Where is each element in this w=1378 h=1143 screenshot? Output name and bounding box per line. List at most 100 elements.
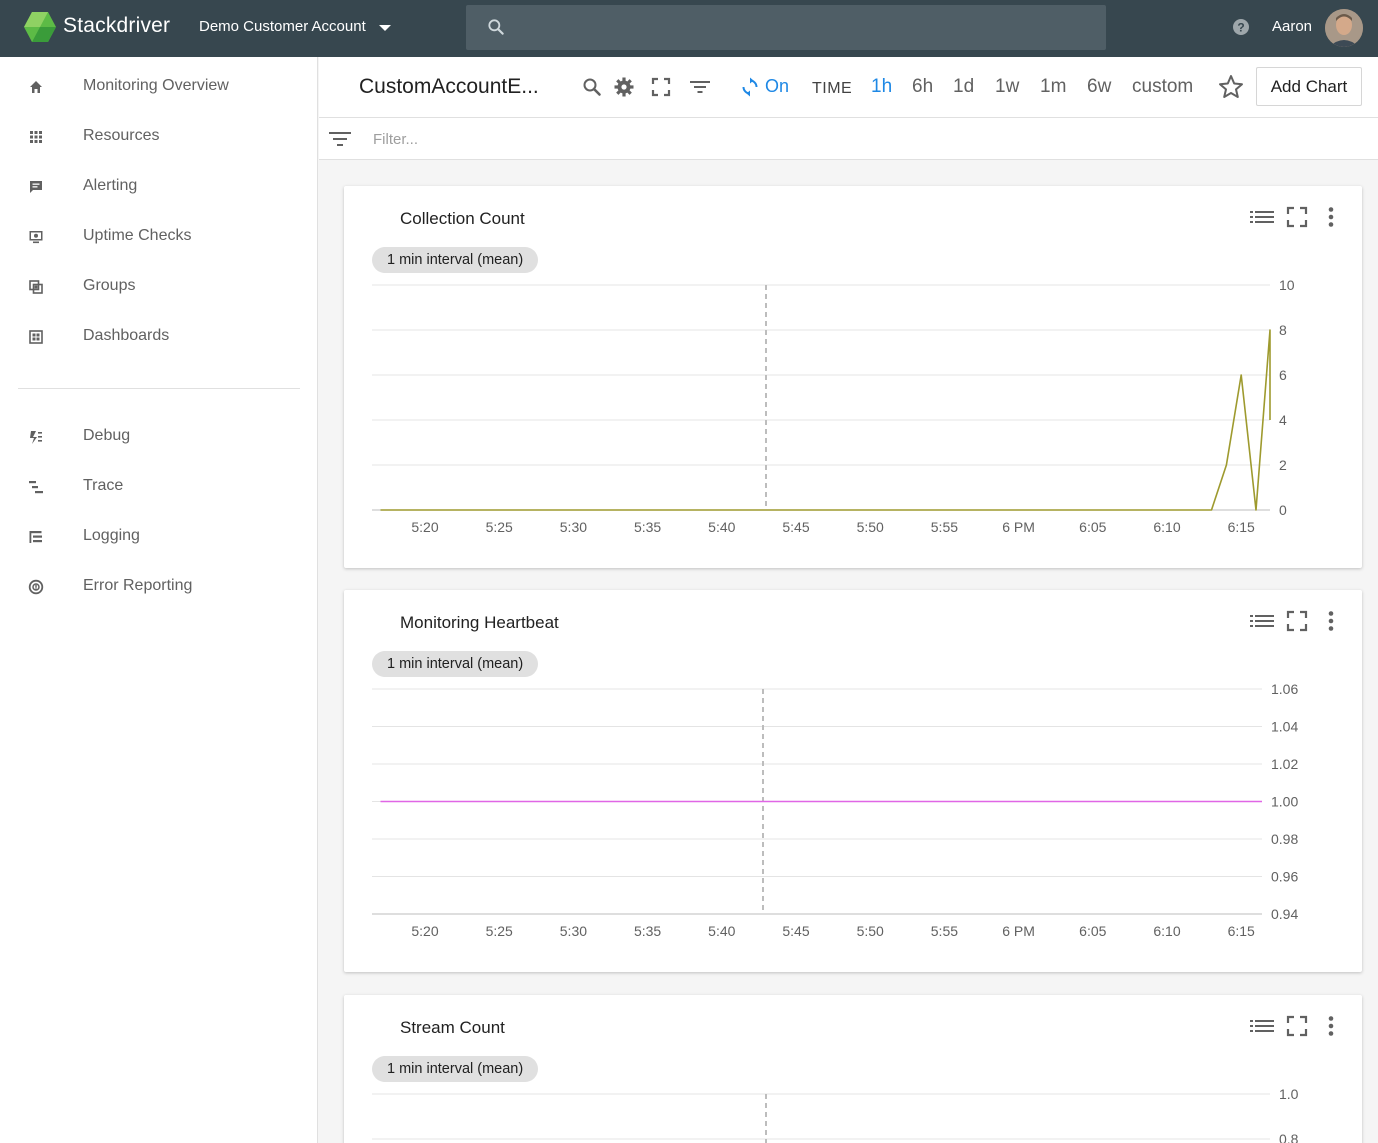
time-option-6w[interactable]: 6w xyxy=(1087,76,1111,98)
stackdriver-logo-icon[interactable] xyxy=(24,12,56,42)
sidebar-item-groups[interactable]: Groups xyxy=(0,267,318,307)
top-app-bar: Stackdriver Demo Customer Account ? Aaro… xyxy=(0,0,1378,57)
x-tick-label: 6:10 xyxy=(1153,923,1180,939)
line-chart-monitoring-heartbeat[interactable]: 1.06 1.04 1.02 1.00 0.98 0.96 0.94 5:20 5:25 5:30… xyxy=(344,590,1362,972)
y-tick-label: 1.0 xyxy=(1279,1086,1299,1102)
x-tick-label: 5:50 xyxy=(857,519,884,535)
x-tick-label: 5:30 xyxy=(560,923,587,939)
x-tick-label: 5:30 xyxy=(560,519,587,535)
x-tick-label: 6:10 xyxy=(1153,519,1180,535)
time-option-1d[interactable]: 1d xyxy=(953,76,974,98)
svg-text:?: ? xyxy=(1237,21,1244,35)
x-tick-label: 5:25 xyxy=(486,923,513,939)
x-tick-label: 5:45 xyxy=(782,519,809,535)
y-tick-label: 0 xyxy=(1279,502,1287,518)
gear-icon[interactable] xyxy=(613,76,635,98)
time-option-1h[interactable]: 1h xyxy=(871,76,892,98)
grid-icon xyxy=(30,131,42,143)
time-option-1m[interactable]: 1m xyxy=(1040,76,1066,98)
account-selector-label[interactable]: Demo Customer Account xyxy=(199,18,366,35)
star-icon[interactable] xyxy=(1218,74,1244,100)
y-tick-label: 0.96 xyxy=(1271,869,1298,885)
chart-card-collection-count: Collection Count 1 min interval (mean) 1… xyxy=(344,186,1362,568)
sidebar-divider xyxy=(18,388,300,389)
x-tick-label: 6:05 xyxy=(1079,519,1106,535)
y-tick-label: 1.00 xyxy=(1271,794,1298,810)
sidebar-item-debug[interactable]: Debug xyxy=(0,417,318,457)
sidebar-item-label: Error Reporting xyxy=(83,577,193,594)
x-tick-label: 5:55 xyxy=(931,923,958,939)
sidebar-item-label: Resources xyxy=(83,127,160,144)
filter-icon[interactable] xyxy=(329,129,351,149)
avatar[interactable] xyxy=(1325,9,1363,47)
x-tick-label: 5:35 xyxy=(634,923,661,939)
filter-bar xyxy=(319,118,1378,160)
x-tick-label: 6 PM xyxy=(1002,923,1035,939)
y-tick-label: 4 xyxy=(1279,412,1287,428)
x-tick-label: 6:15 xyxy=(1228,923,1255,939)
y-tick-label: 10 xyxy=(1279,277,1295,293)
help-icon[interactable]: ? xyxy=(1232,18,1250,36)
time-option-6h[interactable]: 6h xyxy=(912,76,933,98)
sidebar-item-dashboards[interactable]: Dashboards xyxy=(0,317,318,357)
x-tick-label: 5:25 xyxy=(486,519,513,535)
page-title[interactable]: CustomAccountE... xyxy=(359,75,539,99)
y-tick-label: 1.02 xyxy=(1271,756,1298,772)
sidebar-item-alerting[interactable]: Alerting xyxy=(0,167,318,207)
user-name[interactable]: Aaron xyxy=(1272,18,1312,35)
y-tick-label: 0.98 xyxy=(1271,831,1298,847)
brand-name[interactable]: Stackdriver xyxy=(63,14,170,38)
x-tick-label: 5:20 xyxy=(411,519,438,535)
x-tick-label: 6 PM xyxy=(1002,519,1035,535)
x-tick-label: 6:15 xyxy=(1228,519,1255,535)
line-chart-collection-count[interactable]: 10 8 6 4 2 0 5:20 5:25 5:30 5:35 5:40 5:45 5:50 5:55 6… xyxy=(344,186,1362,568)
y-tick-label: 1.04 xyxy=(1271,719,1298,735)
add-chart-button[interactable]: Add Chart xyxy=(1256,67,1362,106)
y-tick-label: 8 xyxy=(1279,322,1287,338)
search-icon xyxy=(488,19,504,35)
y-tick-label: 0.8 xyxy=(1279,1131,1299,1143)
dashboard-icon xyxy=(29,330,43,344)
sidebar-item-monitoring-overview[interactable]: Monitoring Overview xyxy=(0,67,318,107)
sidebar-item-resources[interactable]: Resources xyxy=(0,117,318,157)
chevron-down-icon[interactable] xyxy=(379,25,391,31)
zoom-icon[interactable] xyxy=(581,76,603,98)
alert-chat-icon xyxy=(30,181,42,193)
x-tick-label: 5:20 xyxy=(411,923,438,939)
line-chart-stream-count[interactable]: 1.0 0.8 xyxy=(344,995,1362,1143)
sidebar-item-label: Alerting xyxy=(83,177,138,194)
filter-list-icon[interactable] xyxy=(689,76,711,98)
sidebar-item-label: Dashboards xyxy=(83,327,170,344)
sidebar-item-label: Trace xyxy=(83,477,124,494)
sidebar-item-error-reporting[interactable]: Error Reporting xyxy=(0,567,318,607)
y-tick-label: 0.94 xyxy=(1271,906,1298,922)
error-reporting-icon xyxy=(28,579,44,595)
sidebar-item-label: Groups xyxy=(83,277,136,294)
groups-icon xyxy=(29,280,43,294)
sidebar-item-label: Debug xyxy=(83,427,131,444)
sidebar-item-logging[interactable]: Logging xyxy=(0,517,318,557)
y-tick-label: 1.06 xyxy=(1271,681,1298,697)
filter-input[interactable] xyxy=(373,126,1273,152)
sidebar: Monitoring Overview Resources Alerting U… xyxy=(0,57,318,1143)
auto-refresh-label: On xyxy=(765,76,790,96)
time-option-custom[interactable]: custom xyxy=(1132,76,1193,98)
sidebar-item-label: Monitoring Overview xyxy=(83,77,229,94)
search-input[interactable] xyxy=(466,5,1106,50)
x-tick-label: 5:35 xyxy=(634,519,661,535)
refresh-icon xyxy=(742,77,758,97)
x-tick-label: 5:40 xyxy=(708,923,735,939)
time-option-1w[interactable]: 1w xyxy=(995,76,1019,98)
user-photo-icon xyxy=(1325,9,1363,47)
fullscreen-icon[interactable] xyxy=(650,76,672,98)
sidebar-item-uptime-checks[interactable]: Uptime Checks xyxy=(0,217,318,257)
x-tick-label: 5:40 xyxy=(708,519,735,535)
x-tick-label: 5:55 xyxy=(931,519,958,535)
sidebar-item-trace[interactable]: Trace xyxy=(0,467,318,507)
x-tick-label: 5:45 xyxy=(782,923,809,939)
debug-icon xyxy=(30,431,42,444)
monitor-icon xyxy=(29,231,43,244)
y-tick-label: 2 xyxy=(1279,457,1287,473)
x-tick-label: 5:50 xyxy=(857,923,884,939)
chart-card-monitoring-heartbeat: Monitoring Heartbeat 1 min interval (mea… xyxy=(344,590,1362,972)
